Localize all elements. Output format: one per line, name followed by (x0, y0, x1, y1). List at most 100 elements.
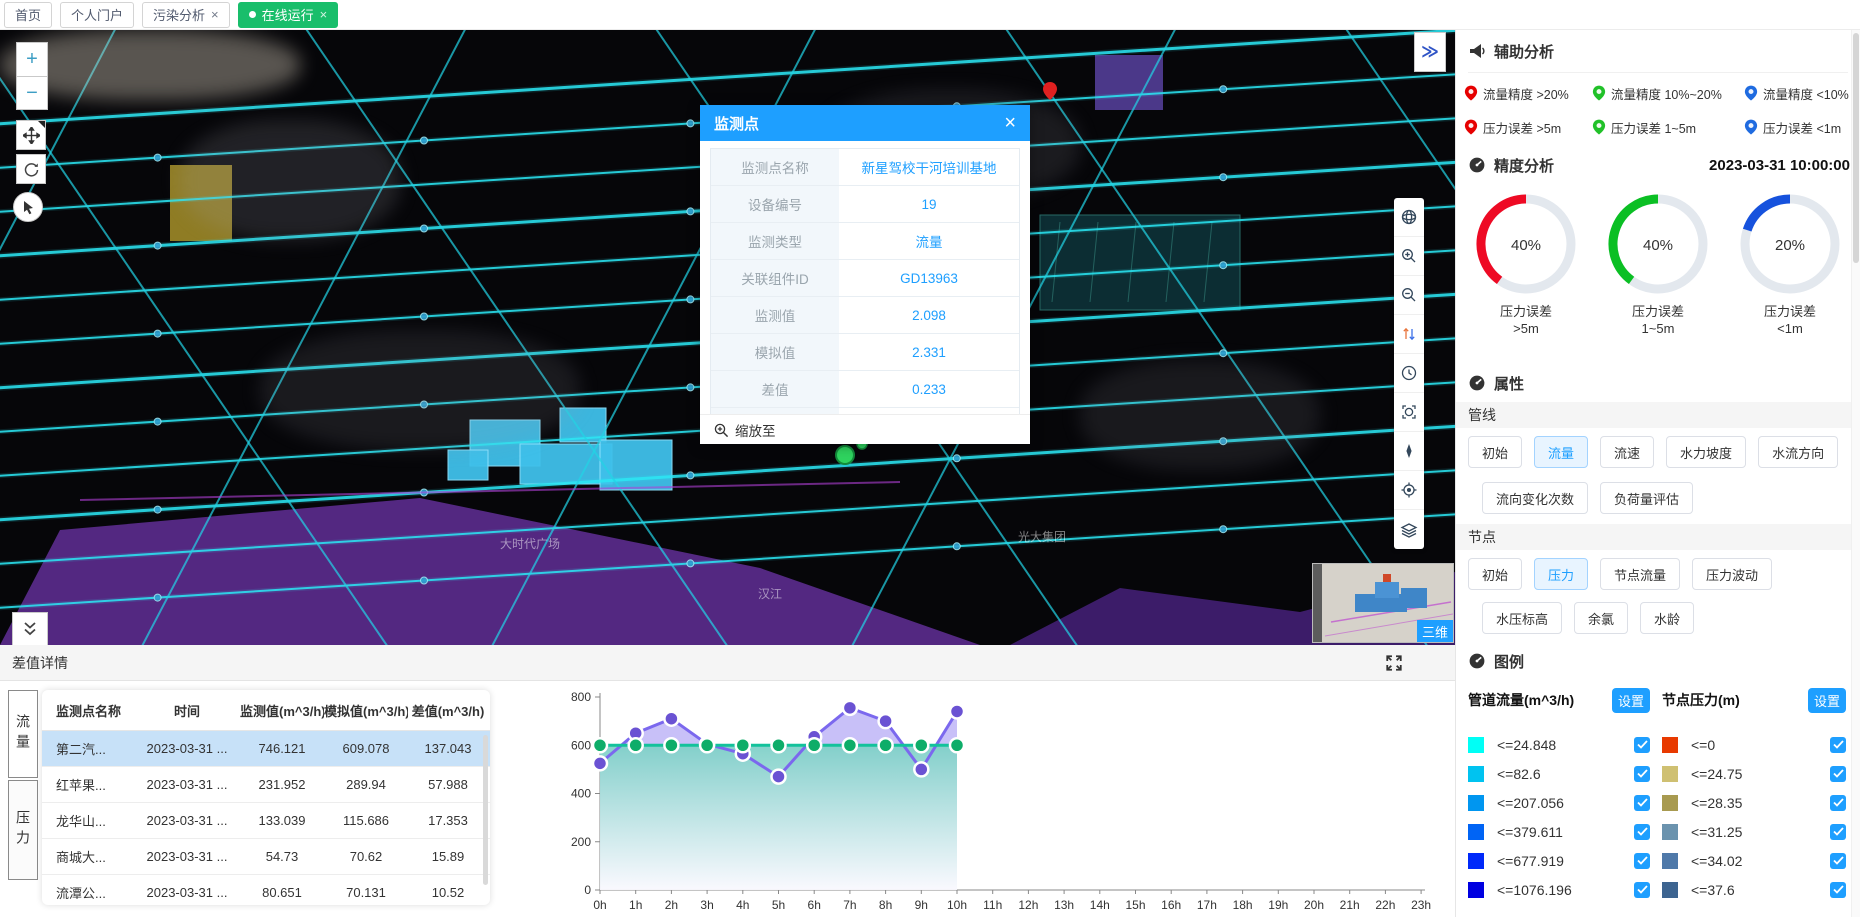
popup-field-row: 模拟值2.331 (711, 334, 1019, 371)
popup-field-row: 关联组件IDGD13963 (711, 260, 1019, 297)
tool-globe[interactable] (1394, 198, 1424, 237)
data-point-simulated (879, 738, 893, 752)
legend-item-checkbox[interactable] (1634, 824, 1650, 840)
legend-item-checkbox[interactable] (1830, 824, 1846, 840)
attr-button-压力波动[interactable]: 压力波动 (1692, 558, 1772, 590)
side-tab-压力[interactable]: 压力 (8, 780, 38, 880)
legend-color-swatch (1662, 737, 1678, 753)
map-place-label: 大时代广场 (500, 535, 560, 552)
nav-tab-首页[interactable]: 首页 (4, 2, 52, 28)
legend-item-checkbox[interactable] (1634, 766, 1650, 782)
legend-item-checkbox[interactable] (1634, 853, 1650, 869)
side-tab-流量[interactable]: 流量 (8, 690, 38, 778)
table-row[interactable]: 商城大...2023-03-31 ...54.7370.6215.89 (42, 839, 490, 875)
pan-button[interactable] (16, 120, 46, 150)
attr-button-节点流量[interactable]: 节点流量 (1600, 558, 1680, 590)
legend-item-checkbox[interactable] (1830, 853, 1846, 869)
tool-swap-arrows[interactable] (1394, 315, 1424, 354)
table-row[interactable]: 龙华山...2023-03-31 ...133.039115.68617.353 (42, 803, 490, 839)
legend-item-checkbox[interactable] (1830, 882, 1846, 898)
map-pin-legend-item: 流量精度 10%~20% (1592, 84, 1744, 103)
table-cell: 289.94 (324, 777, 408, 792)
tool-zoom-out[interactable] (1394, 276, 1424, 315)
table-row[interactable]: 红苹果...2023-03-31 ...231.952289.9457.988 (42, 767, 490, 803)
attr-button-水压标高[interactable]: 水压标高 (1482, 602, 1562, 634)
sidebar-scrollbar[interactable] (1851, 30, 1860, 917)
legend-color-swatch (1468, 824, 1484, 840)
red-alarm-marker (1043, 82, 1057, 100)
legend-item-checkbox[interactable] (1634, 737, 1650, 753)
table-cell: 115.686 (324, 813, 408, 828)
tool-compass[interactable] (1394, 432, 1424, 471)
tool-zoom-in[interactable] (1394, 237, 1424, 276)
attr-button-初始[interactable]: 初始 (1468, 558, 1522, 590)
legend-settings-button[interactable]: 设置 (1808, 688, 1846, 713)
attr-button-流量[interactable]: 流量 (1534, 436, 1588, 468)
collapse-panel-button[interactable] (12, 612, 48, 645)
attr-button-流向变化次数[interactable]: 流向变化次数 (1482, 482, 1588, 514)
attr-button-余氯[interactable]: 余氯 (1574, 602, 1628, 634)
expand-sidebar-button[interactable]: ≫ (1414, 32, 1446, 72)
tool-focus-extent[interactable] (1394, 393, 1424, 432)
pipe-node-dot (421, 577, 428, 584)
table-header-cell: 监测值(m^3/h) (240, 701, 324, 720)
table-row[interactable]: 流潭公...2023-03-31 ...80.65170.13110.52 (42, 875, 490, 905)
legend-item-checkbox[interactable] (1634, 795, 1650, 811)
rotate-button[interactable] (16, 154, 46, 184)
y-tick-label: 400 (571, 787, 591, 801)
map-3d-view[interactable]: 大时代广场光大集团汉江 + − (0, 30, 1455, 645)
popup-field-value[interactable]: 2.098 (839, 297, 1019, 333)
zoom-to-action[interactable]: 缩放至 (700, 414, 1030, 445)
popup-field-value[interactable]: 新星驾校干河培训基地 (839, 149, 1019, 185)
gauge-ring: 40% (1604, 190, 1712, 298)
fullscreen-button[interactable] (1385, 654, 1403, 672)
attr-button-流速[interactable]: 流速 (1600, 436, 1654, 468)
attr-button-水力坡度[interactable]: 水力坡度 (1666, 436, 1746, 468)
tool-locate[interactable] (1394, 471, 1424, 510)
tool-layers[interactable] (1394, 510, 1424, 549)
check-icon (1833, 798, 1844, 807)
legend-item-checkbox[interactable] (1634, 882, 1650, 898)
nav-tab-在线运行[interactable]: 在线运行× (238, 2, 339, 28)
popup-close-icon[interactable]: × (1004, 112, 1016, 135)
x-tick-label: 8h (879, 898, 892, 912)
x-tick-label: 3h (700, 898, 713, 912)
zoom-out-button[interactable]: − (16, 76, 48, 110)
nav-tab-污染分析[interactable]: 污染分析× (142, 2, 230, 28)
attr-button-压力[interactable]: 压力 (1534, 558, 1588, 590)
tab-close-icon[interactable]: × (320, 8, 328, 21)
legend-item-checkbox[interactable] (1830, 795, 1846, 811)
popup-field-value[interactable]: 19 (839, 186, 1019, 222)
group-bar-节点: 节点 (1456, 524, 1853, 550)
pipe-node-dot (154, 594, 161, 601)
table-row[interactable]: 第二汽...2023-03-31 ...746.121609.078137.04… (42, 731, 490, 767)
popup-field-value[interactable]: 2.331 (839, 334, 1019, 370)
double-chevron-down-icon (21, 621, 39, 637)
popup-field-value[interactable]: 2023-03-31 10:00:00 (839, 408, 1019, 414)
popup-field-value[interactable]: GD13963 (839, 260, 1019, 296)
tab-close-icon[interactable]: × (211, 8, 219, 21)
sidebar-scrollbar-thumb[interactable] (1853, 33, 1859, 263)
attr-button-水龄[interactable]: 水龄 (1640, 602, 1694, 634)
legend-settings-button[interactable]: 设置 (1612, 688, 1650, 713)
legend-item-checkbox[interactable] (1830, 737, 1846, 753)
popup-field-value[interactable]: 0.233 (839, 371, 1019, 407)
attr-button-负荷量评估[interactable]: 负荷量评估 (1600, 482, 1693, 514)
tool-history-clock[interactable] (1394, 354, 1424, 393)
zoom-in-button[interactable]: + (16, 42, 48, 76)
popup-field-value[interactable]: 流量 (839, 223, 1019, 259)
legend-color-swatch (1468, 795, 1484, 811)
nav-tab-个人门户[interactable]: 个人门户 (60, 2, 134, 28)
minimap[interactable]: 三维 (1312, 563, 1454, 643)
accuracy-header: 精度分析 2023-03-31 10:00:00 (1468, 150, 1850, 180)
attr-button-初始[interactable]: 初始 (1468, 436, 1522, 468)
table-scrollbar[interactable] (483, 735, 488, 885)
legend-item-checkbox[interactable] (1830, 766, 1846, 782)
table-cell: 57.988 (408, 777, 488, 792)
map-blur-patch (1080, 360, 1320, 470)
map-place-label: 光大集团 (1018, 528, 1066, 545)
select-cursor-button[interactable] (13, 192, 43, 222)
y-tick-label: 200 (571, 835, 591, 849)
attr-button-水流方向[interactable]: 水流方向 (1758, 436, 1838, 468)
minimap-3d-button[interactable]: 三维 (1417, 620, 1453, 642)
